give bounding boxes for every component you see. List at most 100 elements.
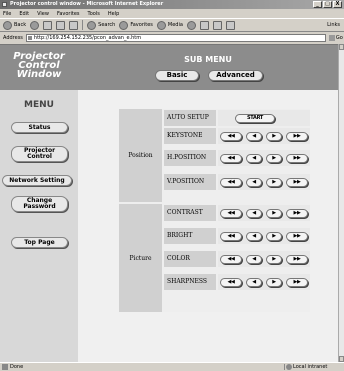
edit-icon[interactable] bbox=[225, 20, 235, 30]
projector-control-line-2: Control bbox=[27, 153, 52, 160]
menu-view[interactable]: View bbox=[37, 11, 49, 17]
favorites-label: Favorites bbox=[130, 22, 153, 28]
contrast-row: CONTRAST ◀◀ ◀ ▶ ▶▶ bbox=[164, 204, 310, 222]
auto-setup-controls: START bbox=[218, 110, 310, 126]
projector-control-button[interactable]: Projector Control bbox=[11, 146, 68, 162]
print-icon[interactable] bbox=[212, 20, 222, 30]
go-button[interactable]: Go bbox=[328, 34, 343, 41]
keystone-row: KEYSTONE ◀◀ ◀ ▶ ▶▶ bbox=[164, 127, 310, 145]
start-button[interactable]: START bbox=[235, 114, 275, 123]
v-position-increase-button[interactable]: ▶ bbox=[266, 178, 282, 187]
network-setting-button[interactable]: Network Setting bbox=[2, 175, 72, 186]
vertical-scrollbar[interactable] bbox=[338, 44, 344, 362]
sharpness-fast-increase-button[interactable]: ▶▶ bbox=[286, 278, 308, 287]
sharpness-row: SHARPNESS ◀◀ ◀ ▶ ▶▶ bbox=[164, 273, 310, 291]
sharpness-decrease-button[interactable]: ◀ bbox=[246, 278, 262, 287]
h-position-increase-button[interactable]: ▶ bbox=[266, 154, 282, 163]
contrast-fast-increase-button[interactable]: ▶▶ bbox=[286, 209, 308, 218]
sharpness-label: SHARPNESS bbox=[164, 274, 216, 290]
color-decrease-button[interactable]: ◀ bbox=[246, 255, 262, 264]
stop-icon[interactable] bbox=[43, 20, 53, 30]
h-position-label: H.POSITION bbox=[164, 150, 216, 166]
scroll-up-arrow-icon[interactable] bbox=[339, 44, 344, 50]
keystone-fast-decrease-button[interactable]: ◀◀ bbox=[220, 132, 242, 141]
keystone-label: KEYSTONE bbox=[164, 128, 216, 144]
menu-help[interactable]: Help bbox=[108, 11, 119, 17]
favorites-button[interactable]: Favorites bbox=[119, 20, 153, 30]
picture-group-label: Picture bbox=[119, 204, 162, 312]
bright-decrease-button[interactable]: ◀ bbox=[246, 232, 262, 241]
h-position-fast-increase-button[interactable]: ▶▶ bbox=[286, 154, 308, 163]
ie-icon bbox=[2, 2, 7, 7]
color-fast-increase-button[interactable]: ▶▶ bbox=[286, 255, 308, 264]
bright-fast-increase-button[interactable]: ▶▶ bbox=[286, 232, 308, 241]
media-label: Media bbox=[167, 22, 183, 28]
forward-arrow-icon[interactable] bbox=[30, 20, 40, 30]
v-position-fast-increase-button[interactable]: ▶▶ bbox=[286, 178, 308, 187]
menu-edit[interactable]: Edit bbox=[19, 11, 29, 17]
sharpness-fast-decrease-button[interactable]: ◀◀ bbox=[220, 278, 242, 287]
color-row: COLOR ◀◀ ◀ ▶ ▶▶ bbox=[164, 250, 310, 268]
page-content: Projector Control Window MENU Status Pro… bbox=[0, 44, 338, 363]
sharpness-increase-button[interactable]: ▶ bbox=[266, 278, 282, 287]
media-icon bbox=[156, 20, 166, 30]
title-bar: Projector control window - Microsoft Int… bbox=[0, 0, 344, 9]
menu-favorites[interactable]: Favorites bbox=[57, 11, 80, 17]
maximize-button[interactable]: □ bbox=[323, 1, 332, 8]
change-password-line-2: Password bbox=[23, 203, 56, 210]
top-page-button[interactable]: Top Page bbox=[11, 237, 68, 248]
search-button[interactable]: Search bbox=[87, 20, 116, 30]
contrast-fast-decrease-button[interactable]: ◀◀ bbox=[220, 209, 242, 218]
control-table: Position Picture AUTO SETUP START KEYSTO… bbox=[119, 109, 310, 312]
address-label: Address bbox=[3, 34, 23, 41]
history-icon[interactable] bbox=[186, 20, 196, 30]
bright-label: BRIGHT bbox=[164, 228, 216, 244]
contrast-decrease-button[interactable]: ◀ bbox=[246, 209, 262, 218]
color-fast-decrease-button[interactable]: ◀◀ bbox=[220, 255, 242, 264]
projector-control-window-logo: Projector Control Window bbox=[0, 45, 78, 90]
menu-title: MENU bbox=[24, 100, 54, 110]
bright-controls: ◀◀ ◀ ▶ ▶▶ bbox=[218, 228, 310, 244]
address-input[interactable]: http://169.254.152.235/pcon_advan_e.htm bbox=[25, 33, 326, 42]
contrast-controls: ◀◀ ◀ ▶ ▶▶ bbox=[218, 205, 310, 221]
search-icon bbox=[87, 20, 97, 30]
menu-bar: File Edit View Favorites Tools Help bbox=[0, 9, 344, 18]
media-button[interactable]: Media bbox=[156, 20, 183, 30]
menu-tools[interactable]: Tools bbox=[88, 11, 100, 17]
close-button[interactable]: X bbox=[333, 1, 342, 8]
sub-menu-header: SUB MENU Basic Advanced bbox=[78, 45, 338, 90]
v-position-fast-decrease-button[interactable]: ◀◀ bbox=[220, 178, 242, 187]
bright-increase-button[interactable]: ▶ bbox=[266, 232, 282, 241]
h-position-fast-decrease-button[interactable]: ◀◀ bbox=[220, 154, 242, 163]
v-position-row: V.POSITION ◀◀ ◀ ▶ ▶▶ bbox=[164, 173, 310, 191]
color-controls: ◀◀ ◀ ▶ ▶▶ bbox=[218, 251, 310, 267]
menu-file[interactable]: File bbox=[3, 11, 11, 17]
mail-icon[interactable] bbox=[199, 20, 209, 30]
status-text: Done bbox=[0, 364, 284, 370]
home-icon[interactable] bbox=[69, 20, 79, 30]
status-button[interactable]: Status bbox=[11, 122, 68, 133]
bright-row: BRIGHT ◀◀ ◀ ▶ ▶▶ bbox=[164, 227, 310, 245]
keystone-fast-increase-button[interactable]: ▶▶ bbox=[286, 132, 308, 141]
basic-button[interactable]: Basic bbox=[155, 70, 199, 81]
minimize-button[interactable]: _ bbox=[313, 1, 322, 8]
keystone-decrease-button[interactable]: ◀ bbox=[246, 132, 262, 141]
v-position-decrease-button[interactable]: ◀ bbox=[246, 178, 262, 187]
links-label[interactable]: Links bbox=[327, 22, 340, 28]
search-label: Search bbox=[98, 22, 116, 28]
toolbar: Back Search Favorites Media Links bbox=[0, 18, 344, 32]
bright-fast-decrease-button[interactable]: ◀◀ bbox=[220, 232, 242, 241]
security-zone: Local intranet bbox=[284, 364, 344, 370]
advanced-button[interactable]: Advanced bbox=[208, 70, 263, 81]
toolbar-separator bbox=[82, 20, 84, 30]
h-position-decrease-button[interactable]: ◀ bbox=[246, 154, 262, 163]
contrast-increase-button[interactable]: ▶ bbox=[266, 209, 282, 218]
color-increase-button[interactable]: ▶ bbox=[266, 255, 282, 264]
sharpness-controls: ◀◀ ◀ ▶ ▶▶ bbox=[218, 274, 310, 290]
main-panel: SUB MENU Basic Advanced Position Picture… bbox=[78, 45, 338, 363]
refresh-icon[interactable] bbox=[56, 20, 66, 30]
change-password-button[interactable]: Change Password bbox=[11, 196, 68, 212]
auto-setup-label: AUTO SETUP bbox=[164, 110, 216, 126]
back-button[interactable]: Back bbox=[3, 20, 26, 30]
keystone-increase-button[interactable]: ▶ bbox=[266, 132, 282, 141]
